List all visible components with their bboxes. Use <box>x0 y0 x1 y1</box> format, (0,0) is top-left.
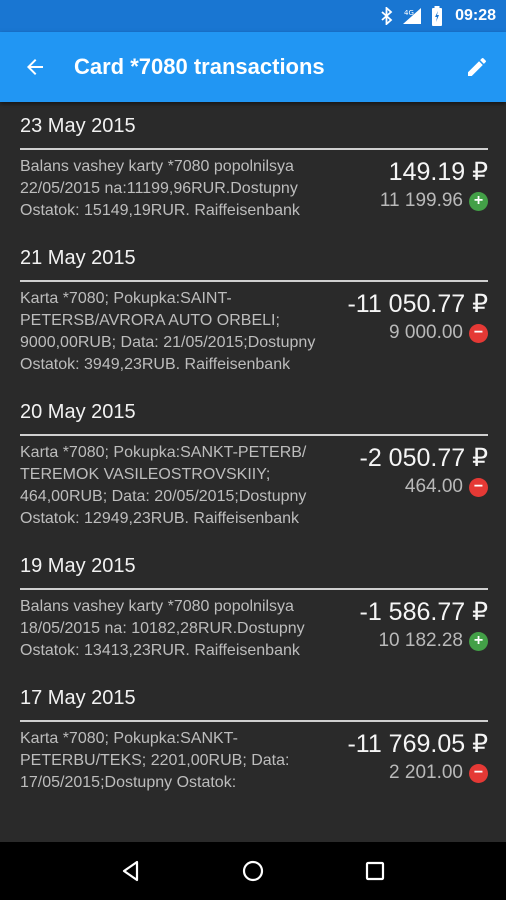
bluetooth-icon <box>381 7 393 25</box>
plus-circle-icon: + <box>469 191 488 211</box>
date-header: 20 May 2015 <box>20 388 488 436</box>
signal-icon: 4G <box>401 7 423 25</box>
transaction-amounts: -11 050.77 ₽9 000.00− <box>347 288 488 346</box>
nav-home-button[interactable] <box>231 849 275 893</box>
balance-amount: -2 050.77 ₽ <box>359 444 489 472</box>
transaction-amounts: -11 769.05 ₽2 201.00− <box>347 728 488 786</box>
date-group: 21 May 2015 Karta *7080; Pokupka:SAINT-PE… <box>0 234 506 388</box>
status-time: 09:28 <box>455 7 496 24</box>
transaction-sum: 2 201.00− <box>389 760 488 786</box>
date-header: 17 May 2015 <box>20 674 488 722</box>
transaction-sum: 11 199.96 + <box>380 188 488 214</box>
transaction-description: Balans vashey karty *7080 popolnilsya 18… <box>20 598 305 659</box>
plus-circle-icon: + <box>469 631 488 651</box>
transaction-row[interactable]: Balans vashey karty *7080 popolnilsya 18… <box>20 596 488 674</box>
battery-icon <box>431 6 443 26</box>
transaction-description: Karta *7080; Pokupka:SAINT-PETERSB/AVROR… <box>20 290 316 373</box>
back-button[interactable] <box>0 32 70 102</box>
transaction-row[interactable]: Karta *7080; Pokupka:SAINT-PETERSB/AVROR… <box>20 288 488 388</box>
nav-recents-button[interactable] <box>353 849 397 893</box>
date-header: 19 May 2015 <box>20 542 488 590</box>
page-title: Card *7080 transactions <box>74 54 325 79</box>
date-header: 23 May 2015 <box>20 102 488 150</box>
back-triangle-icon <box>122 860 139 882</box>
transaction-sum-value: 11 199.96 <box>379 190 463 211</box>
transaction-row[interactable]: Karta *7080; Pokupka:SANKT-PETERBU/TEKS;… <box>20 728 488 806</box>
balance-amount: -11 769.05 ₽ <box>347 730 488 758</box>
transaction-sum-value: 9 000.00 <box>389 322 463 343</box>
transaction-description: Balans vashey karty *7080 popolnilsya 22… <box>20 158 300 219</box>
date-group: 17 May 2015 Karta *7080; Pokupka:SANKT-PE… <box>0 674 506 806</box>
app-bar: Card *7080 transactions <box>0 32 506 102</box>
transaction-row[interactable]: Balans vashey karty *7080 popolnilsya 22… <box>20 156 488 234</box>
transaction-sum-value: 10 182.28 <box>378 630 463 651</box>
transaction-sum: 10 182.28 + <box>378 628 488 654</box>
transaction-amounts: -2 050.77 ₽464.00− <box>359 442 489 500</box>
balance-amount: 149.19 ₽ <box>388 158 488 186</box>
balance-amount: -1 586.77 ₽ <box>359 598 489 626</box>
minus-circle-icon: − <box>469 763 488 783</box>
transactions-list[interactable]: 23 May 2015 Balans vashey karty *7080 pop… <box>0 102 506 842</box>
status-bar: 4G 09:28 <box>0 0 506 32</box>
transaction-sum: 464.00− <box>405 474 488 500</box>
home-circle-icon <box>242 860 264 882</box>
minus-circle-icon: − <box>469 323 488 343</box>
date-group: 23 May 2015 Balans vashey karty *7080 pop… <box>0 102 506 234</box>
date-group: 20 May 2015 Karta *7080; Pokupka:SANKT-PE… <box>0 388 506 542</box>
svg-text:4G: 4G <box>404 9 414 17</box>
transaction-description: Karta *7080; Pokupka:SANKT-PETERB/ TEREM… <box>20 444 307 527</box>
nav-back-button[interactable] <box>109 849 153 893</box>
transaction-row[interactable]: Karta *7080; Pokupka:SANKT-PETERB/ TEREM… <box>20 442 488 542</box>
recents-square-icon <box>365 861 385 881</box>
arrow-back-icon <box>27 59 43 75</box>
minus-circle-icon: − <box>469 477 488 497</box>
date-header: 21 May 2015 <box>20 234 488 282</box>
transaction-sum-value: 464.00 <box>404 476 463 497</box>
transaction-amounts: 149.19 ₽ 11 199.96 + <box>380 156 488 214</box>
balance-amount: -11 050.77 ₽ <box>347 290 488 318</box>
date-group: 19 May 2015 Balans vashey karty *7080 pop… <box>0 542 506 674</box>
transaction-description: Karta *7080; Pokupka:SANKT-PETERBU/TEKS;… <box>20 730 290 791</box>
transaction-sum-value: 2 201.00 <box>389 762 463 783</box>
pencil-icon <box>468 57 486 76</box>
navigation-bar <box>0 842 506 900</box>
edit-button[interactable] <box>448 32 506 102</box>
transaction-amounts: -1 586.77 ₽ 10 182.28 + <box>359 596 489 654</box>
transaction-sum: 9 000.00− <box>389 320 488 346</box>
